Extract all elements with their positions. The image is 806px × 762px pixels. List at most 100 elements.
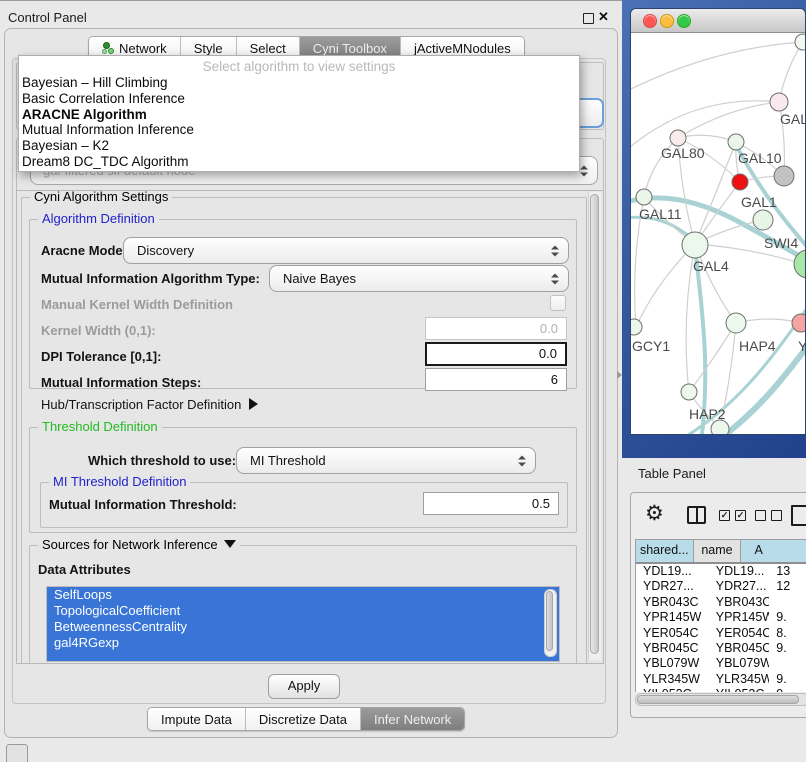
network-node-y[interactable] <box>792 314 806 332</box>
deselect-all-checks-icon[interactable] <box>755 510 782 521</box>
tab-discretize-data[interactable]: Discretize Data <box>246 708 361 730</box>
algorithm-option[interactable]: Basic Correlation Inference <box>19 91 579 107</box>
table-row[interactable]: YLR345WYLR345W9. <box>636 672 806 687</box>
algorithm-option-selected[interactable]: ARACNE Algorithm <box>19 107 579 123</box>
combo-spinner-icon <box>551 245 559 256</box>
table-cell[interactable]: YIL052C <box>709 687 770 692</box>
table-cell[interactable]: YPR145W <box>709 610 770 625</box>
list-item[interactable]: SelfLoops <box>47 587 559 603</box>
table-cell[interactable]: 12 <box>769 579 806 594</box>
table-row[interactable]: YPR145WYPR145W9. <box>636 610 806 625</box>
select-all-checks-icon[interactable]: ✓✓ <box>719 510 746 521</box>
bottom-cut-button[interactable] <box>6 744 28 762</box>
network-node-gal10[interactable] <box>728 134 744 150</box>
table-cell[interactable]: YLR345W <box>636 672 709 687</box>
table-cell[interactable]: YBR043C <box>709 595 770 610</box>
table-cell[interactable]: YIL052C <box>636 687 709 692</box>
list-item[interactable]: BetweennessCentrality <box>47 619 559 635</box>
table-row[interactable]: YBR045CYBR045C9. <box>636 641 806 656</box>
table-cell[interactable]: YDL19... <box>636 564 709 579</box>
export-table-icon[interactable] <box>791 505 806 526</box>
mac-zoom-icon[interactable] <box>677 14 691 28</box>
table-cell[interactable]: 9. <box>769 641 806 656</box>
sources-group: Sources for Network Inference Data Attri… <box>29 545 577 664</box>
network-node-hap4[interactable] <box>726 313 746 333</box>
list-item[interactable]: gal4RGexp <box>47 635 559 651</box>
tab-infer-network[interactable]: Infer Network <box>361 708 464 730</box>
table-cell[interactable]: YDR27... <box>636 579 709 594</box>
close-icon[interactable]: ✕ <box>598 9 609 25</box>
column-header[interactable]: shared... <box>636 540 694 562</box>
network-edge[interactable] <box>678 102 779 138</box>
table-row[interactable]: YDL19...YDL19...13 <box>636 564 806 579</box>
mi-threshold-field[interactable]: 0.5 <box>423 492 559 515</box>
mac-close-icon[interactable] <box>643 14 657 28</box>
table-cell[interactable]: YER054C <box>709 626 770 641</box>
column-header[interactable]: name <box>694 540 742 562</box>
table-row[interactable]: YER054CYER054C8. <box>636 626 806 641</box>
table-cell[interactable]: YDL19... <box>709 564 770 579</box>
network-node-gal80[interactable] <box>670 130 686 146</box>
tab-impute-data[interactable]: Impute Data <box>148 708 246 730</box>
table-cell[interactable]: YBL079W <box>709 656 770 671</box>
mi-steps-field[interactable]: 6 <box>425 368 567 391</box>
aracne-mode-combobox[interactable]: Discovery <box>123 237 569 264</box>
mac-minimize-icon[interactable] <box>660 14 674 28</box>
gear-icon[interactable]: ⚙ <box>645 501 664 526</box>
table-row[interactable]: YDR27...YDR27...12 <box>636 579 806 594</box>
list-item[interactable]: TopologicalCoefficient <box>47 603 559 619</box>
table-cell[interactable]: 9. <box>769 687 806 692</box>
table-cell[interactable]: YBR045C <box>709 641 770 656</box>
network-node-gal[interactable] <box>770 93 788 111</box>
table-cell[interactable]: YER054C <box>636 626 709 641</box>
which-threshold-combobox[interactable]: MI Threshold <box>236 447 536 474</box>
table-cell[interactable] <box>769 656 806 671</box>
table-cell[interactable]: YPR145W <box>636 610 709 625</box>
network-canvas[interactable]: GALGAL80GAL10GAL1GAL11SWI4GAL4GCY1HAP4YH… <box>631 33 806 435</box>
columns-icon[interactable] <box>687 506 706 524</box>
table-cell[interactable]: YLR345W <box>709 672 770 687</box>
list-scrollbar[interactable] <box>544 589 557 657</box>
apply-button[interactable]: Apply <box>268 674 340 699</box>
table-cell[interactable]: YDR27... <box>709 579 770 594</box>
network-node[interactable] <box>774 166 794 186</box>
float-window-icon[interactable] <box>583 13 594 24</box>
settings-scrollbar[interactable] <box>588 192 601 660</box>
algorithm-option[interactable]: Bayesian – K2 <box>19 138 579 154</box>
algorithm-option[interactable]: Bayesian – Hill Climbing <box>19 75 579 91</box>
table-cell[interactable]: YBR045C <box>636 641 709 656</box>
table-cell[interactable]: 8. <box>769 626 806 641</box>
network-edge[interactable] <box>631 101 779 153</box>
hub-definition-toggle[interactable]: Hub/Transcription Factor Definition <box>41 397 258 412</box>
network-node-hap2[interactable] <box>681 384 697 400</box>
algorithm-option[interactable]: Mutual Information Inference <box>19 122 579 138</box>
algorithm-option[interactable]: Dream8 DC_TDC Algorithm <box>19 154 579 170</box>
network-node-gal11[interactable] <box>636 189 652 205</box>
network-window-titlebar[interactable] <box>631 9 805 33</box>
table-cell[interactable] <box>769 595 806 610</box>
network-node-swi4[interactable] <box>753 210 773 230</box>
network-edge[interactable] <box>631 42 803 93</box>
table-horizontal-scrollbar[interactable] <box>635 693 806 706</box>
network-node[interactable] <box>711 420 729 435</box>
list-item-partial[interactable] <box>47 651 559 662</box>
network-node-gcy1[interactable] <box>631 319 642 335</box>
table-cell[interactable]: 9. <box>769 610 806 625</box>
table-cell[interactable]: YBR043C <box>636 595 709 610</box>
network-edge[interactable] <box>779 42 803 102</box>
dpi-tolerance-field[interactable]: 0.0 <box>425 342 567 366</box>
table-cell[interactable]: 13 <box>769 564 806 579</box>
network-node-gal1[interactable] <box>732 174 748 190</box>
kernel-width-field[interactable]: 0.0 <box>425 317 567 340</box>
network-edge[interactable] <box>678 135 736 142</box>
network-node[interactable] <box>795 34 806 50</box>
network-node-gal4[interactable] <box>682 232 708 258</box>
table-cell[interactable]: 9. <box>769 672 806 687</box>
table-cell[interactable]: YBL079W <box>636 656 709 671</box>
mi-algorithm-type-combobox[interactable]: Naive Bayes <box>269 265 569 292</box>
table-row[interactable]: YBL079WYBL079W <box>636 656 806 671</box>
manual-kernel-width-checkbox[interactable] <box>550 295 566 311</box>
table-row[interactable]: YIL052CYIL052C9. <box>636 687 806 692</box>
column-header[interactable]: A <box>741 540 806 562</box>
table-row[interactable]: YBR043CYBR043C <box>636 595 806 610</box>
